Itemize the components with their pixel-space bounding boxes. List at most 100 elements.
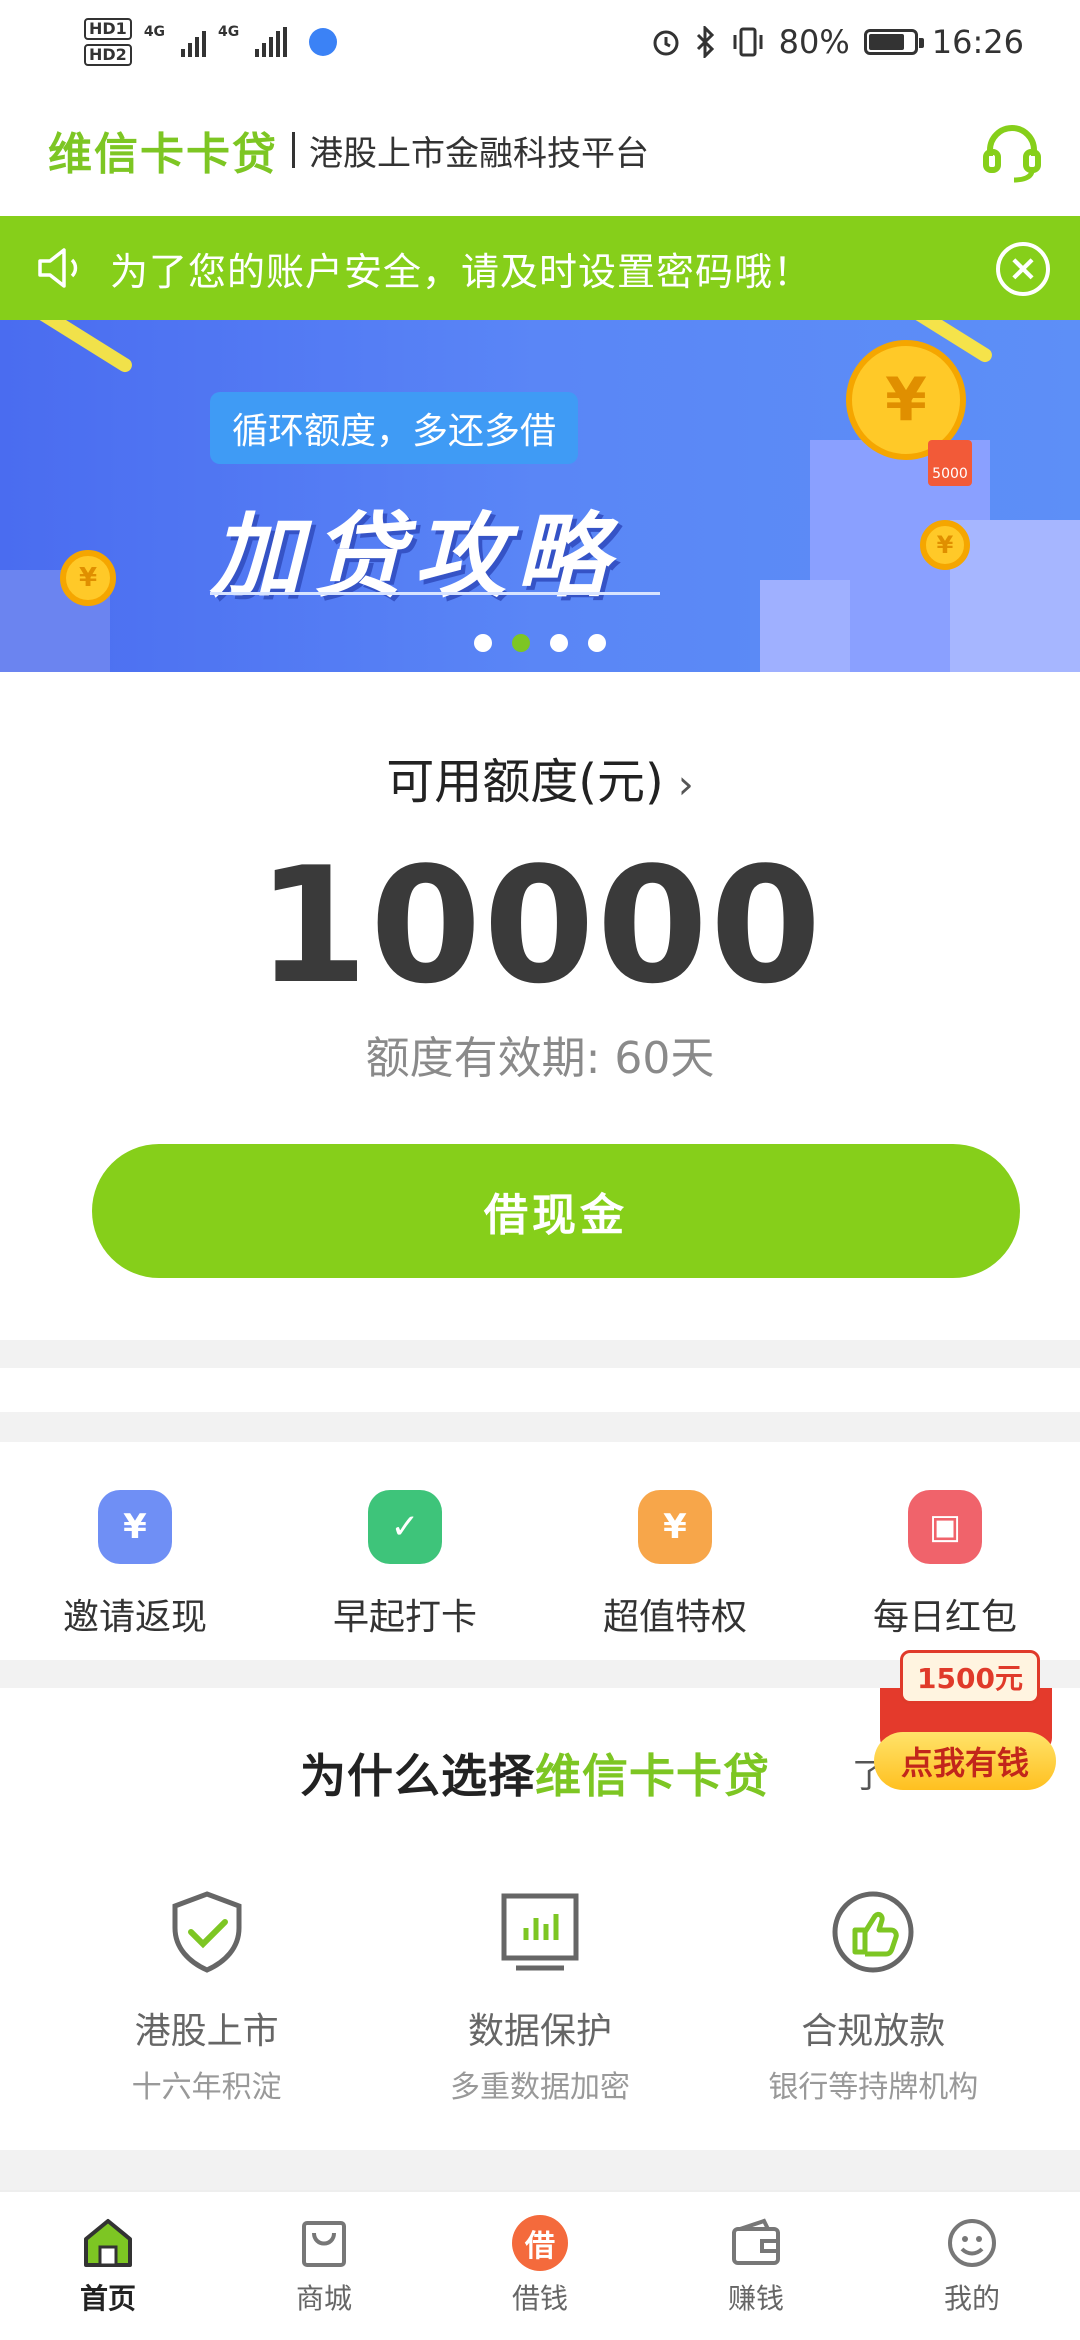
chevron-right-icon: › — [677, 762, 694, 808]
pagination-dot[interactable] — [588, 634, 606, 652]
bottom-nav: 首页 商城 借 借钱 赚钱 我的 — [0, 2190, 1080, 2340]
pagination-dot[interactable] — [474, 634, 492, 652]
icon-glyph: ▣ — [928, 1507, 962, 1547]
nav-label: 我的 — [943, 2282, 1000, 2315]
nav-borrow[interactable]: 借 借钱 — [432, 2192, 648, 2340]
thumbs-up-icon — [832, 1891, 914, 1973]
icon-glyph: ¥ — [663, 1507, 687, 1547]
feature-subtitle: 十六年积淀 — [131, 2070, 282, 2105]
quick-action-checkin[interactable]: ✓ 早起打卡 — [270, 1442, 540, 1660]
status-bar: HD1 HD2 4G 4G 80% 16:26 — [0, 0, 1080, 84]
pagination-dot-active[interactable] — [512, 634, 530, 652]
feature-title: 数据保护 — [467, 2011, 612, 2052]
why-title-brand: 维信卡卡贷 — [535, 1749, 770, 1803]
quick-action-label: 超值特权 — [602, 1597, 747, 1638]
notice-text: 为了您的账户安全，请及时设置密码哦！ — [110, 249, 813, 294]
status-left: HD1 HD2 4G 4G — [84, 18, 338, 66]
coin-icon: ¥ — [920, 520, 970, 570]
nav-label: 赚钱 — [727, 2282, 784, 2315]
hd-indicators: HD1 HD2 — [84, 18, 132, 66]
profile-icon — [948, 2219, 996, 2267]
why-title-prefix: 为什么选择 — [300, 1749, 535, 1803]
app-header: 维信卡卡贷 港股上市金融科技平台 — [0, 84, 1080, 216]
borrow-glyph: 借 — [525, 2229, 555, 2264]
available-credit-link[interactable]: 可用额度(元) › — [0, 742, 1080, 812]
icon-glyph: ✓ — [390, 1507, 420, 1547]
nav-label: 商城 — [295, 2282, 352, 2315]
decor-building — [760, 580, 850, 672]
brand-tagline: 港股上市金融科技平台 — [309, 133, 649, 174]
alarm-icon — [653, 30, 679, 56]
quick-action-invite[interactable]: ¥ 邀请返现 — [0, 1442, 270, 1660]
chart-monitor-icon — [501, 1893, 579, 1971]
section-divider — [0, 2150, 1080, 2190]
network-type-1: 4G — [143, 24, 166, 40]
borrow-cash-button[interactable]: 借现金 — [92, 1144, 1020, 1278]
battery-icon — [863, 29, 924, 55]
available-credit-label: 可用额度(元) — [386, 754, 664, 810]
feature-subtitle: 银行等持牌机构 — [768, 2070, 979, 2105]
promo-banner[interactable]: ¥ 循环额度，多还多借 加贷攻略 ¥ ¥ 5000 — [0, 320, 1080, 672]
borrow-icon: 借 — [512, 2215, 568, 2271]
nav-home[interactable]: 首页 — [0, 2192, 216, 2340]
section-divider — [0, 1412, 1080, 1442]
quick-action-label: 早起打卡 — [332, 1597, 477, 1638]
feature-item: 合规放款 银行等持牌机构 — [723, 1888, 1023, 2106]
feature-item: 港股上市 十六年积淀 — [57, 1888, 357, 2106]
feature-item: 数据保护 多重数据加密 — [390, 1888, 690, 2106]
hd1-badge: HD1 — [84, 18, 132, 40]
why-title: 为什么选择维信卡卡贷 — [300, 1740, 770, 1806]
nav-mall[interactable]: 商城 — [216, 2192, 432, 2340]
signal-icon — [255, 27, 288, 57]
ticket-badge: 5000 — [928, 440, 972, 486]
battery-percent: 80% — [778, 23, 850, 61]
signal-icon — [181, 27, 207, 57]
banner-tag: 循环额度，多还多借 — [210, 392, 579, 464]
browser-icon — [309, 28, 338, 56]
coin-icon: ¥ — [60, 550, 116, 606]
brand-logo: 维信卡卡贷 — [48, 129, 278, 180]
quick-action-privilege[interactable]: ¥ 超值特权 — [540, 1442, 810, 1660]
brand-divider — [292, 132, 295, 168]
credit-validity: 额度有效期: 60天 — [365, 1033, 715, 1084]
headset-icon[interactable] — [980, 120, 1044, 184]
nav-label: 借钱 — [511, 2282, 568, 2315]
quick-action-label: 邀请返现 — [62, 1597, 207, 1638]
shield-check-icon — [172, 1891, 242, 1973]
feature-title: 合规放款 — [801, 2011, 946, 2052]
nav-profile[interactable]: 我的 — [864, 2192, 1080, 2340]
nav-label: 首页 — [79, 2282, 136, 2315]
red-packet-button[interactable]: 点我有钱 — [874, 1732, 1056, 1790]
clock: 16:26 — [931, 23, 1024, 61]
quick-actions: ¥ 邀请返现 ✓ 早起打卡 ¥ 超值特权 ▣ 每日红包 — [0, 1442, 1080, 1660]
wallet-icon — [732, 2218, 780, 2265]
network-type-2: 4G — [218, 24, 240, 40]
quick-action-redpacket[interactable]: ▣ 每日红包 — [810, 1442, 1080, 1660]
calendar-check-icon: ✓ — [368, 1490, 442, 1564]
shopping-bag-icon — [302, 2221, 346, 2267]
section-divider — [0, 1340, 1080, 1368]
home-icon — [84, 2219, 132, 2267]
credit-panel: 可用额度(元) › 10000 额度有效期: 60天 借现金 — [0, 672, 1080, 1340]
red-packet-amount: 1500元 — [900, 1650, 1040, 1704]
feature-subtitle: 多重数据加密 — [449, 2070, 630, 2105]
icon-glyph: ¥ — [123, 1507, 147, 1547]
feature-title: 港股上市 — [134, 2011, 279, 2052]
red-packet-floater[interactable]: 1500元 点我有钱 — [872, 1640, 1056, 1796]
credit-amount: 10000 — [256, 832, 824, 1019]
pagination-dot[interactable] — [550, 634, 568, 652]
money-bag-icon: ¥ — [98, 1490, 172, 1564]
decor-stripe — [25, 320, 135, 375]
close-icon[interactable]: × — [996, 242, 1050, 296]
feature-list: 港股上市 十六年积淀 数据保护 多重数据加密 合规放款 银行等持牌机构 — [0, 1888, 1080, 2106]
quick-action-label: 每日红包 — [872, 1597, 1017, 1638]
bluetooth-icon — [696, 26, 714, 58]
security-notice[interactable]: 为了您的账户安全，请及时设置密码哦！ × — [0, 216, 1080, 320]
banner-pagination — [0, 634, 1080, 652]
vibrate-icon — [733, 27, 763, 57]
nav-earn[interactable]: 赚钱 — [648, 2192, 864, 2340]
red-packet-icon: ▣ — [908, 1490, 982, 1564]
speaker-icon — [38, 248, 78, 288]
status-right: 80% 16:26 — [651, 23, 1024, 61]
privilege-badge-icon: ¥ — [638, 1490, 712, 1564]
